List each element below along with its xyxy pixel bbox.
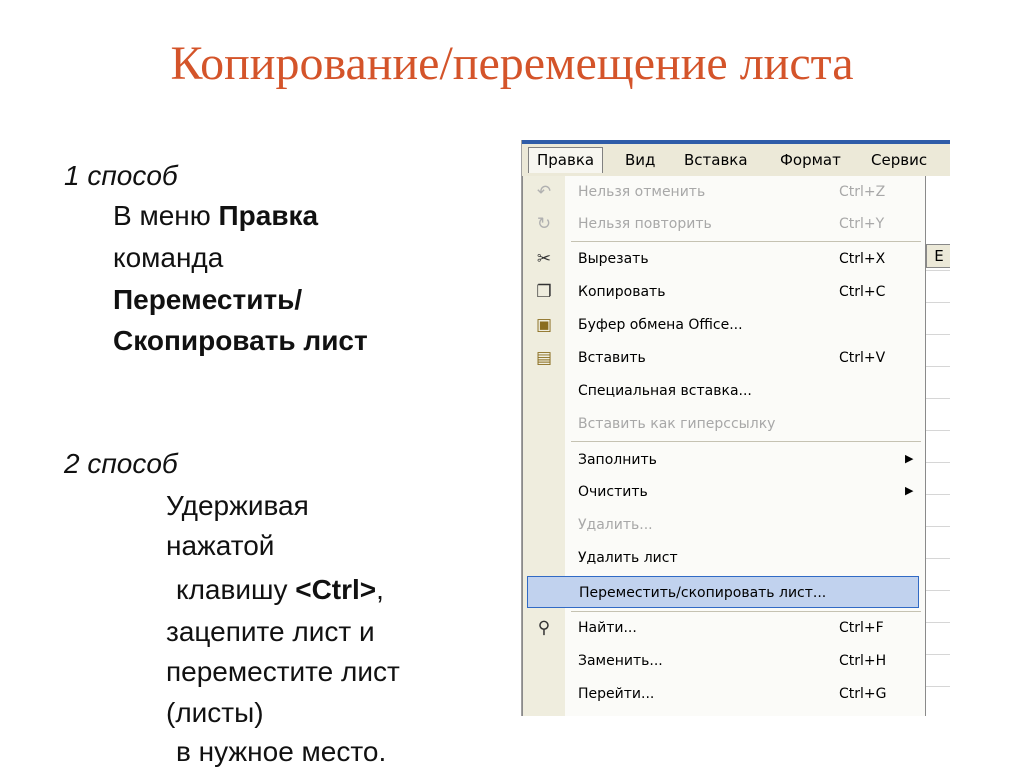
menu-item-label: Нельзя повторить <box>578 216 712 232</box>
method2-line3: клавишу <Ctrl>, <box>176 574 384 606</box>
grid-line <box>922 430 950 431</box>
menu-item-shortcut: Ctrl+G <box>839 686 887 702</box>
method1-line3: Переместить/ <box>113 284 303 315</box>
menu-item-label: Найти... <box>578 620 637 636</box>
menu-separator <box>571 441 921 442</box>
method1-heading: 1 способ <box>64 160 178 191</box>
menu-item-redo[interactable]: ↻ Нельзя повторить Ctrl+Y <box>523 208 925 240</box>
method1-line4: Скопировать лист <box>113 325 368 356</box>
menu-item-shortcut: Ctrl+Y <box>839 216 885 232</box>
grid-line <box>922 686 950 687</box>
grid-line <box>922 334 950 335</box>
paste-icon: ▤ <box>535 348 553 368</box>
grid-line <box>922 366 950 367</box>
menu-item-label: Удалить лист <box>578 550 678 566</box>
menu-item-find[interactable]: ⚲ Найти... Ctrl+F <box>523 612 925 644</box>
method2-line1: Удерживая <box>166 490 309 521</box>
grid-line <box>922 270 950 271</box>
method2-line3-bold: <Ctrl> <box>295 574 377 605</box>
method2-line3-prefix: клавишу <box>176 574 296 605</box>
menu-item-undo[interactable]: ↶ Нельзя отменить Ctrl+Z <box>523 176 925 208</box>
menu-item-shortcut: Ctrl+V <box>839 350 886 366</box>
grid-line <box>922 494 950 495</box>
menu-item-cut[interactable]: ✂ Вырезать Ctrl+X <box>523 243 925 275</box>
menu-item-label: Вставить <box>578 350 646 366</box>
menu-item-label: Заполнить <box>578 452 657 468</box>
menu-item-label: Вырезать <box>578 251 649 267</box>
method2-line6: (листы) <box>166 697 264 728</box>
menu-item-office-clipboard[interactable]: ▣ Буфер обмена Office... <box>523 309 925 341</box>
menu-item-label: Заменить... <box>578 653 663 669</box>
method2-heading: 2 способ <box>64 448 178 479</box>
scissors-icon: ✂ <box>536 249 552 269</box>
menu-tools[interactable]: Сервис <box>871 151 927 169</box>
menu-item-label: Буфер обмена Office... <box>578 317 743 333</box>
clipboard-icon: ▣ <box>535 315 553 335</box>
menu-edit[interactable]: Правка <box>528 147 604 173</box>
menu-item-label: Специальная вставка... <box>578 383 752 399</box>
menu-item-move-copy-sheet[interactable]: Переместить/скопировать лист... <box>527 576 919 608</box>
column-header-e[interactable]: E <box>926 244 950 268</box>
menu-item-clear[interactable]: Очистить ▶ <box>523 476 925 508</box>
menu-item-replace[interactable]: Заменить... Ctrl+H <box>523 645 925 677</box>
menu-item-shortcut: Ctrl+Z <box>839 184 886 200</box>
menu-bar: Правка Вид Вставка Формат Сервис <box>522 144 950 176</box>
menu-separator <box>571 241 921 242</box>
submenu-arrow-icon: ▶ <box>905 484 914 497</box>
method1-line2: команда <box>113 242 224 273</box>
grid-line <box>922 302 950 303</box>
redo-icon: ↻ <box>536 214 552 234</box>
grid-line <box>922 654 950 655</box>
menu-item-copy[interactable]: ❐ Копировать Ctrl+C <box>523 276 925 308</box>
method2-line2: нажатой <box>166 530 275 561</box>
menu-item-label: Удалить... <box>578 517 653 533</box>
menu-item-paste[interactable]: ▤ Вставить Ctrl+V <box>523 342 925 374</box>
menu-item-shortcut: Ctrl+F <box>839 620 884 636</box>
menu-item-shortcut: Ctrl+X <box>839 251 886 267</box>
menu-item-label: Перейти... <box>578 686 655 702</box>
menu-item-label: Копировать <box>578 284 666 300</box>
method2-line3-suffix: , <box>376 574 384 605</box>
excel-screenshot: Правка Вид Вставка Формат Сервис E ↶ Нел… <box>521 140 950 716</box>
menu-insert[interactable]: Вставка <box>684 151 748 169</box>
grid-line <box>922 526 950 527</box>
menu-item-label: Вставить как гиперссылку <box>578 416 776 432</box>
grid-line <box>922 398 950 399</box>
menu-item-shortcut: Ctrl+C <box>839 284 886 300</box>
menu-item-label: Нельзя отменить <box>578 184 706 200</box>
menu-item-label: Очистить <box>578 484 648 500</box>
method2-line7: в нужное место. <box>176 736 387 767</box>
copy-icon: ❐ <box>536 282 552 302</box>
submenu-arrow-icon: ▶ <box>905 452 914 465</box>
menu-item-fill[interactable]: Заполнить ▶ <box>523 444 925 476</box>
menu-view[interactable]: Вид <box>625 151 655 169</box>
menu-item-shortcut: Ctrl+H <box>839 653 887 669</box>
grid-line <box>922 590 950 591</box>
grid-line <box>922 462 950 463</box>
slide-title: Копирование/перемещение листа <box>170 37 854 90</box>
menu-item-delete[interactable]: Удалить... <box>523 509 925 541</box>
method1-line1: В меню Правка <box>113 200 318 232</box>
grid-line <box>922 622 950 623</box>
grid-line <box>922 558 950 559</box>
method2-line5: переместите лист <box>166 656 400 687</box>
method2-line4: зацепите лист и <box>166 616 375 647</box>
menu-item-delete-sheet[interactable]: Удалить лист <box>523 542 925 574</box>
binoculars-icon: ⚲ <box>537 618 551 638</box>
menu-item-paste-special[interactable]: Специальная вставка... <box>523 375 925 407</box>
menu-item-label: Переместить/скопировать лист... <box>579 585 827 601</box>
menu-item-paste-hyperlink[interactable]: Вставить как гиперссылку <box>523 408 925 440</box>
method1-line1-bold: Правка <box>218 200 319 231</box>
menu-format[interactable]: Формат <box>780 151 841 169</box>
menu-item-goto[interactable]: Перейти... Ctrl+G <box>523 678 925 710</box>
undo-icon: ↶ <box>536 182 552 202</box>
method1-line1-prefix: В меню <box>113 200 219 231</box>
edit-menu-dropdown: ↶ Нельзя отменить Ctrl+Z ↻ Нельзя повтор… <box>522 176 926 716</box>
